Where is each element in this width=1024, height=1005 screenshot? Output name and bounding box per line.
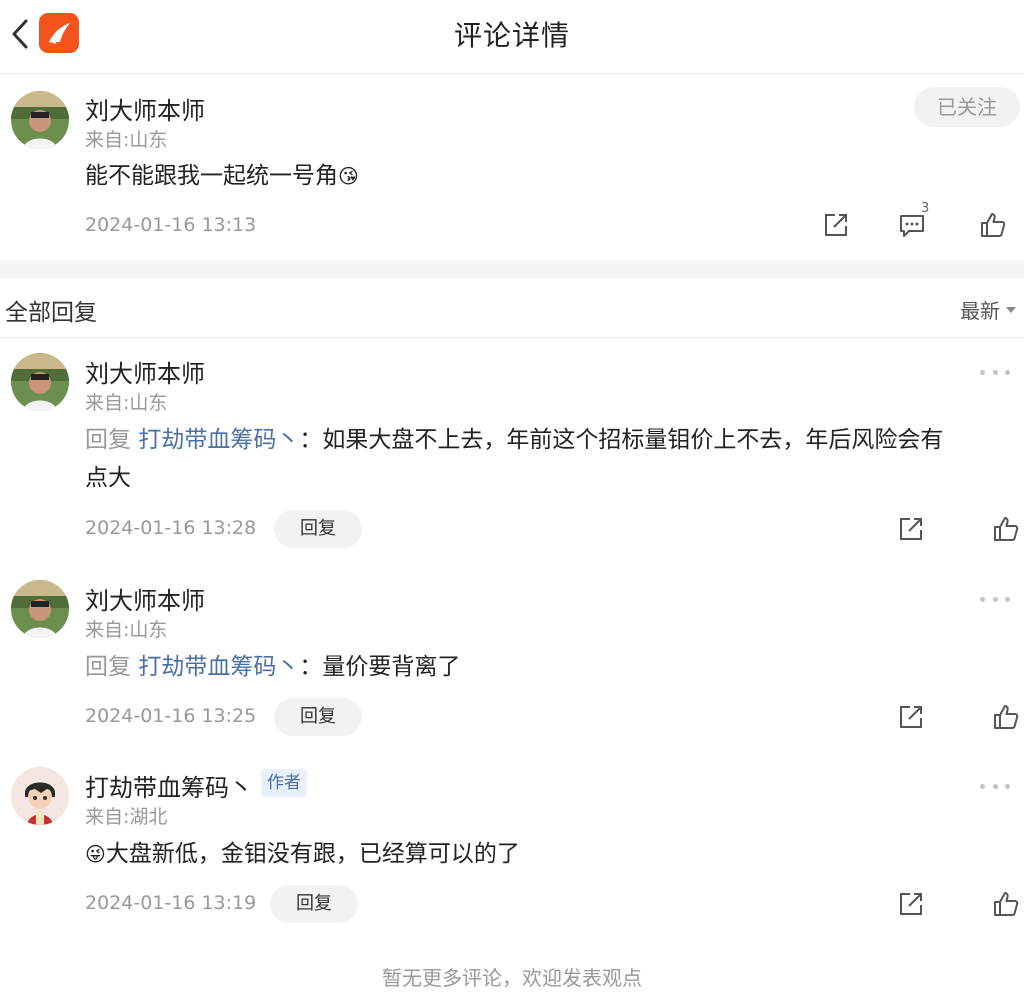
replies-header: 全部回复 最新 xyxy=(0,278,1024,338)
sort-dropdown[interactable]: 最新 xyxy=(960,295,1016,324)
reply-text: 回复 打劫带血筹码丶：量价要背离了 xyxy=(85,648,1020,686)
location-text: 来自:湖北 xyxy=(85,806,168,828)
separator: ： xyxy=(299,654,323,680)
page-title: 评论详情 xyxy=(453,19,570,52)
user-name[interactable]: 刘大师本师 xyxy=(85,91,205,126)
avatar[interactable] xyxy=(11,767,69,825)
share-button[interactable] xyxy=(896,514,926,544)
share-icon xyxy=(822,211,850,239)
follow-button[interactable]: 已关注 xyxy=(914,87,1020,127)
location-text: 来自:山东 xyxy=(85,619,168,641)
reply-item: 刘大师本师 来自:山东 回复 打劫带血筹码丶：量价要背离了 2024-01-16… xyxy=(0,567,1024,752)
caret-down-icon xyxy=(1006,306,1016,313)
reply-text: 😜大盘新低，金钼没有跟，已经算可以的了 xyxy=(85,835,1020,873)
reply-prefix: 回复 xyxy=(85,427,131,453)
avatar[interactable] xyxy=(11,580,69,638)
author-badge: 作者 xyxy=(261,769,307,797)
reply-body: 量价要背离了 xyxy=(322,654,461,680)
timestamp: 2024-01-16 13:13 xyxy=(85,214,257,236)
comment-text: 能不能跟我一起统一号角😘 xyxy=(85,157,359,195)
sort-label: 最新 xyxy=(960,299,1000,323)
reply-target-user[interactable]: 打劫带血筹码丶 xyxy=(138,427,299,453)
reply-button[interactable]: 回复 xyxy=(274,698,362,736)
reply-button[interactable]: 回复 xyxy=(270,885,358,923)
kiss-emoji: 😘 xyxy=(338,164,359,188)
reply-target-user[interactable]: 打劫带血筹码丶 xyxy=(138,654,299,680)
separator: ： xyxy=(299,427,323,453)
main-comment: 刘大师本师 来自:山东 已关注 能不能跟我一起统一号角😘 2024-01-16 … xyxy=(0,75,1024,261)
timestamp: 2024-01-16 13:25 xyxy=(85,705,257,727)
like-button[interactable] xyxy=(991,889,1021,919)
share-icon xyxy=(897,890,925,918)
more-options-button[interactable] xyxy=(980,592,1010,606)
thumbs-up-icon xyxy=(992,703,1020,731)
location-text: 来自:山东 xyxy=(85,129,168,151)
more-options-button[interactable] xyxy=(980,365,1010,379)
timestamp: 2024-01-16 13:28 xyxy=(85,517,257,539)
share-icon xyxy=(897,515,925,543)
no-more-comments-note: 暂无更多评论，欢迎发表观点 xyxy=(382,966,642,990)
avatar[interactable] xyxy=(11,353,69,411)
more-options-button[interactable] xyxy=(980,779,1010,793)
reply-text: 回复 打劫带血筹码丶：如果大盘不上去，年前这个招标量钼价上不去，年后风险会有点大 xyxy=(85,421,1020,497)
like-button[interactable] xyxy=(978,210,1008,240)
reply-body: 如果大盘不上去，年前这个招标量钼价上不去，年后风险会有 xyxy=(322,427,944,453)
user-name[interactable]: 刘大师本师 xyxy=(85,581,205,616)
reply-body: 大盘新低，金钼没有跟，已经算可以的了 xyxy=(105,841,520,867)
share-button[interactable] xyxy=(821,210,851,240)
comment-count-badge: 3 xyxy=(921,201,930,216)
like-button[interactable] xyxy=(991,514,1021,544)
timestamp: 2024-01-16 13:19 xyxy=(85,892,257,914)
reply-prefix: 回复 xyxy=(85,654,131,680)
reply-button[interactable]: 回复 xyxy=(274,510,362,548)
share-icon xyxy=(897,703,925,731)
comment-body: 能不能跟我一起统一号角 xyxy=(85,163,338,189)
section-divider xyxy=(0,261,1024,278)
reply-body-continued: 点大 xyxy=(85,465,131,491)
thumbs-up-icon xyxy=(979,211,1007,239)
thumbs-up-icon xyxy=(992,890,1020,918)
top-navigation-bar: 评论详情 xyxy=(0,0,1024,74)
reply-item: 刘大师本师 来自:山东 回复 打劫带血筹码丶：如果大盘不上去，年前这个招标量钼价… xyxy=(0,340,1024,565)
avatar[interactable] xyxy=(11,91,69,149)
share-button[interactable] xyxy=(896,702,926,732)
like-button[interactable] xyxy=(991,702,1021,732)
user-name[interactable]: 刘大师本师 xyxy=(85,354,205,389)
thumbs-up-icon xyxy=(992,515,1020,543)
winking-tongue-emoji: 😜 xyxy=(85,842,106,866)
share-button[interactable] xyxy=(896,889,926,919)
replies-title: 全部回复 xyxy=(5,300,97,326)
user-name[interactable]: 打劫带血筹码丶 xyxy=(85,768,253,803)
reply-item: 打劫带血筹码丶 作者 来自:湖北 😜大盘新低，金钼没有跟，已经算可以的了 202… xyxy=(0,754,1024,944)
location-text: 来自:山东 xyxy=(85,392,168,414)
